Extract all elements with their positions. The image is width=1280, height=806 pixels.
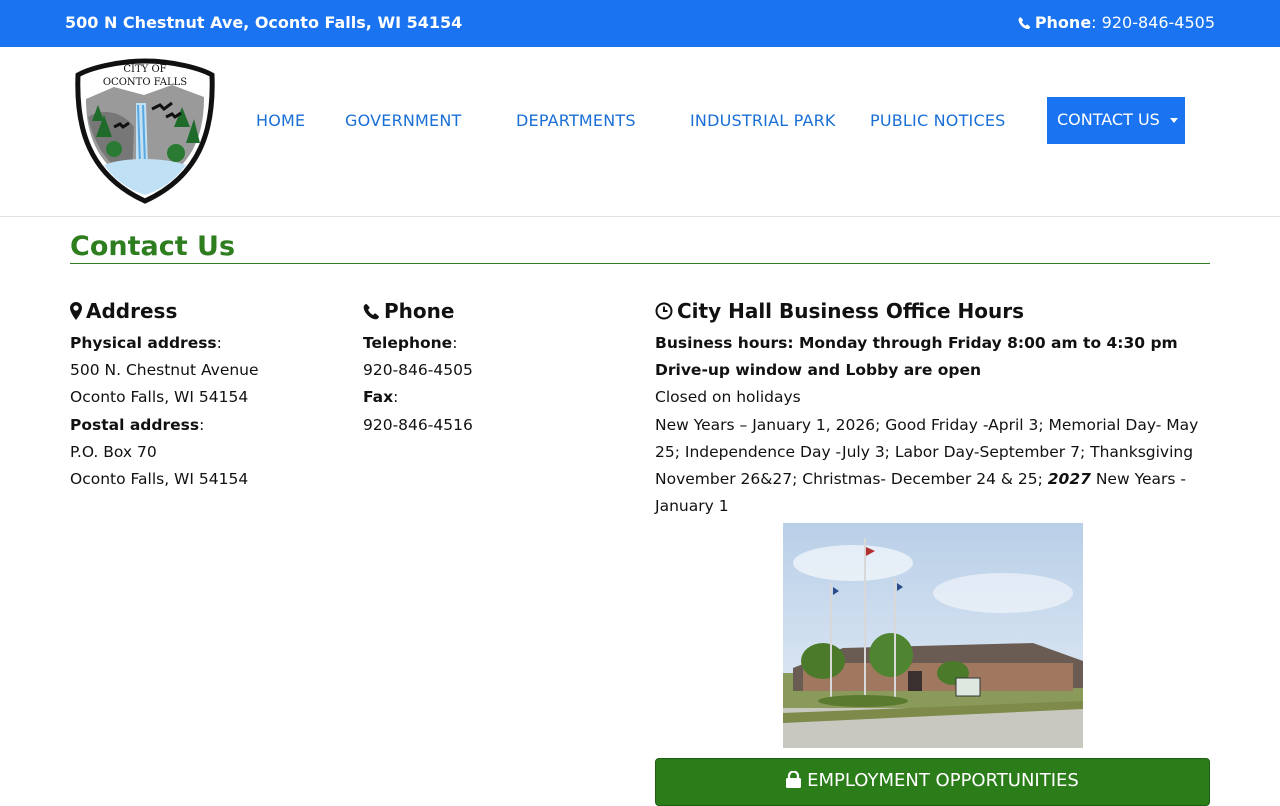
address-heading-text: Address	[86, 299, 178, 323]
postal-address-line1: P.O. Box 70	[70, 442, 157, 461]
fax-number: 920-846-4516	[363, 415, 473, 434]
top-address: 500 N Chestnut Ave, Oconto Falls, WI 541…	[65, 13, 463, 32]
clock-icon	[655, 302, 673, 320]
address-heading: Address	[70, 298, 340, 324]
holiday-year: 2027	[1047, 470, 1091, 489]
nav-home[interactable]: HOME	[256, 111, 305, 130]
page-title: Contact Us	[70, 231, 236, 262]
phone-icon	[363, 303, 379, 319]
site-header: CITY OF OCONTO FALLS HOME GOVERNMENT DEP…	[0, 47, 1280, 217]
driveup-status: Drive-up window and Lobby are open	[655, 361, 982, 380]
top-phone[interactable]: Phone: 920-846-4505	[1018, 13, 1215, 32]
hours-column: City Hall Business Office Hours Business…	[655, 298, 1210, 520]
top-info-bar: 500 N Chestnut Ave, Oconto Falls, WI 541…	[0, 0, 1280, 47]
physical-address-line1: 500 N. Chestnut Avenue	[70, 361, 259, 380]
nav-contact-label: CONTACT US	[1057, 110, 1160, 129]
physical-address-label: Physical address	[70, 334, 217, 352]
nav-departments[interactable]: DEPARTMENTS	[516, 111, 636, 130]
postal-address-line2: Oconto Falls, WI 54154	[70, 470, 249, 489]
lock-icon	[786, 771, 802, 788]
logo-text-line2: OCONTO FALLS	[103, 77, 187, 88]
title-divider	[70, 263, 1210, 264]
nav-contact-us[interactable]: CONTACT US	[1047, 97, 1185, 144]
nav-industrial-park[interactable]: INDUSTRIAL PARK	[690, 111, 836, 130]
physical-address-line2: Oconto Falls, WI 54154	[70, 388, 249, 407]
postal-address-label: Postal address	[70, 415, 200, 434]
telephone-label: Telephone	[363, 334, 453, 352]
city-seal-logo[interactable]: CITY OF OCONTO FALLS	[74, 57, 216, 205]
top-phone-label: Phone	[1034, 13, 1092, 32]
hours-heading: City Hall Business Office Hours	[655, 298, 1210, 324]
phone-heading-text: Phone	[384, 299, 455, 323]
phone-icon	[1018, 17, 1030, 29]
map-marker-icon	[70, 302, 82, 320]
phone-heading: Phone	[363, 298, 633, 324]
nav-public-notices[interactable]: PUBLIC NOTICES	[870, 111, 1006, 130]
nav-government[interactable]: GOVERNMENT	[345, 111, 462, 130]
address-column: Address Physical address: 500 N. Chestnu…	[70, 298, 340, 493]
employment-label: EMPLOYMENT OPPORTUNITIES	[807, 770, 1079, 791]
logo-text-line1: CITY OF	[123, 64, 166, 75]
holiday-list: New Years – January 1, 2026; Good Friday…	[655, 416, 1198, 516]
telephone-number[interactable]: 920-846-4505	[363, 357, 633, 384]
phone-column: Phone Telephone: 920-846-4505 Fax: 920-8…	[363, 298, 633, 439]
caret-down-icon	[1169, 118, 1178, 123]
hours-heading-text: City Hall Business Office Hours	[677, 299, 1024, 323]
business-hours: Business hours: Monday through Friday 8:…	[655, 334, 1178, 352]
employment-opportunities-button[interactable]: EMPLOYMENT OPPORTUNITIES	[655, 758, 1210, 806]
city-hall-photo	[783, 523, 1083, 748]
fax-label: Fax	[363, 388, 394, 407]
closed-holidays: Closed on holidays	[655, 388, 801, 407]
top-phone-number: : 920-846-4505	[1091, 13, 1215, 32]
